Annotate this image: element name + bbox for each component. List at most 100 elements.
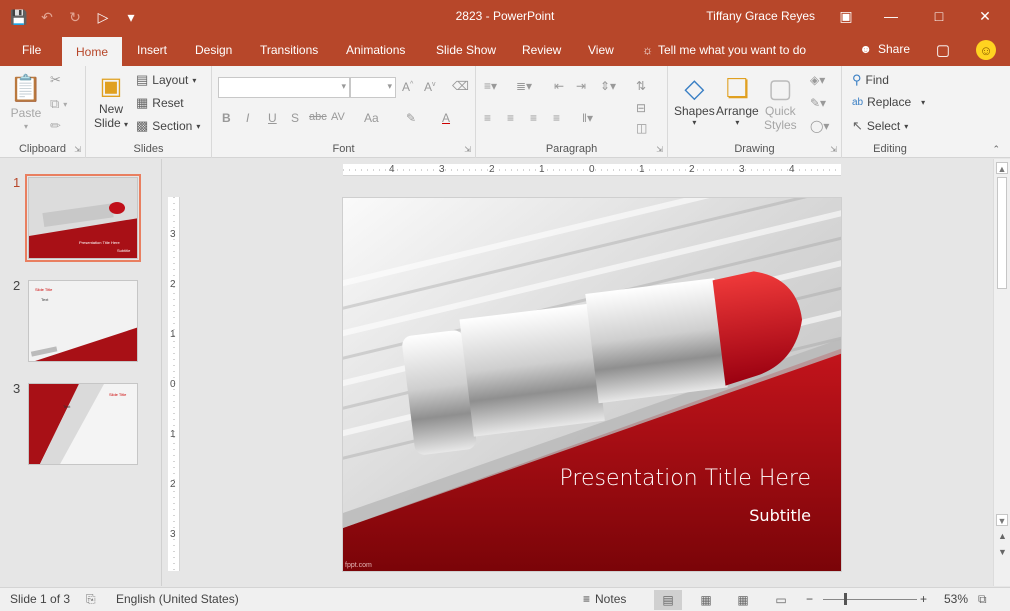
tab-animations[interactable]: Animations [344,34,407,66]
redo-icon[interactable]: ↻ [64,7,86,27]
previous-slide-icon[interactable]: ▲ [998,531,1007,541]
tab-insert[interactable]: Insert [135,34,169,66]
notes-button[interactable]: ≡ Notes [583,592,626,606]
change-case-button[interactable]: Aa [364,111,379,125]
slide-canvas[interactable]: Presentation Title Here Subtitle fppt.co… [342,197,842,572]
vertical-scrollbar[interactable]: ▲ ▼ ▲ ▼ [993,159,1010,586]
font-size-box[interactable]: ▾ [350,77,396,98]
text-direction-icon[interactable]: ⇅ [636,79,646,93]
new-slide-button[interactable]: ▣ New Slide ▾ [94,70,128,131]
spellcheck-icon[interactable]: ⎘ [86,592,96,607]
arrange-button[interactable]: ❏ Arrange ▾ [716,72,759,128]
zoom-in-button[interactable]: + [920,592,927,606]
slide-subtitle-placeholder[interactable]: Subtitle [749,506,811,525]
language-indicator[interactable]: English (United States) [116,592,239,606]
copy-button[interactable]: ⧉ ▾ [50,96,67,112]
tab-slide-show[interactable]: Slide Show [434,34,498,66]
paste-button[interactable]: 📋 Paste ▾ [10,72,42,132]
slideshow-view-icon[interactable]: ▭ [767,590,795,610]
replace-button[interactable]: ab Replace ▾ [852,95,925,109]
shadow-button[interactable]: S [291,111,299,125]
zoom-level[interactable]: 53% [944,592,968,606]
shape-fill-icon[interactable]: ◈▾ [810,73,825,87]
slide-title-placeholder[interactable]: Presentation Title Here [560,466,811,491]
smiley-feedback-icon[interactable]: ☺ [976,40,996,60]
increase-indent-icon[interactable]: ⇥ [576,79,586,93]
scroll-down-icon[interactable]: ▼ [996,514,1008,526]
italic-button[interactable]: I [246,111,249,125]
shape-effects-icon[interactable]: ◯▾ [810,119,829,133]
zoom-out-button[interactable]: − [806,592,813,606]
next-slide-icon[interactable]: ▼ [998,547,1007,557]
collapse-ribbon-icon[interactable]: ⌃ [992,144,1000,155]
section-button[interactable]: ▩ Section ▾ [136,118,200,134]
format-painter-button[interactable]: ✏ [50,118,61,134]
cut-button[interactable]: ✂ [50,72,61,88]
pane-divider[interactable] [161,159,162,586]
scroll-thumb[interactable] [997,177,1007,289]
justify-icon[interactable]: ≡ [553,111,560,125]
find-button[interactable]: ⚲ Find [852,72,889,88]
numbering-icon[interactable]: ≣▾ [516,79,532,93]
bold-button[interactable]: B [222,111,231,125]
shape-outline-icon[interactable]: ✎▾ [810,96,826,110]
tab-file[interactable]: File [20,34,43,66]
align-text-icon[interactable]: ⊟ [636,101,646,115]
user-name[interactable]: Tiffany Grace Reyes [706,9,815,23]
shrink-font-icon[interactable]: Av [424,80,436,94]
zoom-slider-handle[interactable] [844,593,848,605]
customize-icon[interactable]: ▾ [120,7,142,27]
drawing-launcher-icon[interactable]: ⇲ [830,145,837,154]
clipboard-launcher-icon[interactable]: ⇲ [74,145,81,154]
slide-thumbnail-1[interactable]: Presentation Title Here Subtitle [25,174,141,262]
save-icon[interactable]: 💾 [8,7,30,27]
character-spacing-button[interactable]: AV [331,111,345,123]
close-icon[interactable]: ✕ [970,4,1000,28]
tab-design[interactable]: Design [193,34,234,66]
line-spacing-icon[interactable]: ⇕▾ [600,79,616,93]
smartart-icon[interactable]: ◫ [636,121,647,135]
font-name-dropdown-icon[interactable]: ▾ [341,81,346,92]
slide-thumbnail-2[interactable]: Slide Title Text [28,280,138,362]
font-name-box[interactable]: ▾ [218,77,350,98]
strikethrough-button[interactable]: abc [309,111,327,123]
paragraph-launcher-icon[interactable]: ⇲ [656,145,663,154]
comment-icon[interactable]: ▢ [936,41,950,59]
align-right-icon[interactable]: ≡ [530,111,537,125]
minimize-icon[interactable]: — [876,4,906,28]
normal-view-icon[interactable]: ▤ [654,590,682,610]
present-icon[interactable]: ▷ [92,7,114,27]
share-button[interactable]: ☻ Share [859,42,910,56]
underline-button[interactable]: U [268,111,277,125]
select-button[interactable]: ↖ Select ▾ [852,118,908,134]
tab-transitions[interactable]: Transitions [258,34,320,66]
bullets-icon[interactable]: ≡▾ [484,79,497,93]
align-center-icon[interactable]: ≡ [507,111,514,125]
font-color-button[interactable]: A [442,111,450,125]
highlight-icon[interactable]: ✎ [406,111,416,125]
layout-button[interactable]: ▤ Layout ▾ [136,72,196,88]
tell-me-box[interactable]: ☼ Tell me what you want to do [640,34,808,66]
quick-styles-button[interactable]: ▢ Quick Styles [764,72,797,133]
fit-to-window-icon[interactable]: ⧉ [978,592,987,607]
shapes-button[interactable]: ◇ Shapes ▾ [674,72,715,128]
reset-button[interactable]: ▦ Reset [136,95,184,111]
scroll-up-icon[interactable]: ▲ [996,162,1008,174]
columns-icon[interactable]: ‖▾ [582,111,593,125]
zoom-slider[interactable] [823,599,917,600]
font-launcher-icon[interactable]: ⇲ [464,145,471,154]
grow-font-icon[interactable]: A^ [402,80,413,94]
align-left-icon[interactable]: ≡ [484,111,491,125]
clear-formatting-icon[interactable]: ⌫ [452,79,469,93]
slide-thumbnail-3[interactable]: Slide Title Text [28,383,138,465]
tab-home[interactable]: Home [62,37,123,66]
reading-view-icon[interactable]: ▦ [729,590,757,610]
decrease-indent-icon[interactable]: ⇤ [554,79,564,93]
ribbon-display-icon[interactable]: ▣ [831,4,861,28]
slide-sorter-view-icon[interactable]: ▦ [692,590,720,610]
undo-icon[interactable]: ↶ [36,7,58,27]
tab-view[interactable]: View [586,34,616,66]
maximize-icon[interactable]: □ [924,4,954,28]
font-size-dropdown-icon[interactable]: ▾ [387,81,392,92]
tab-review[interactable]: Review [520,34,563,66]
